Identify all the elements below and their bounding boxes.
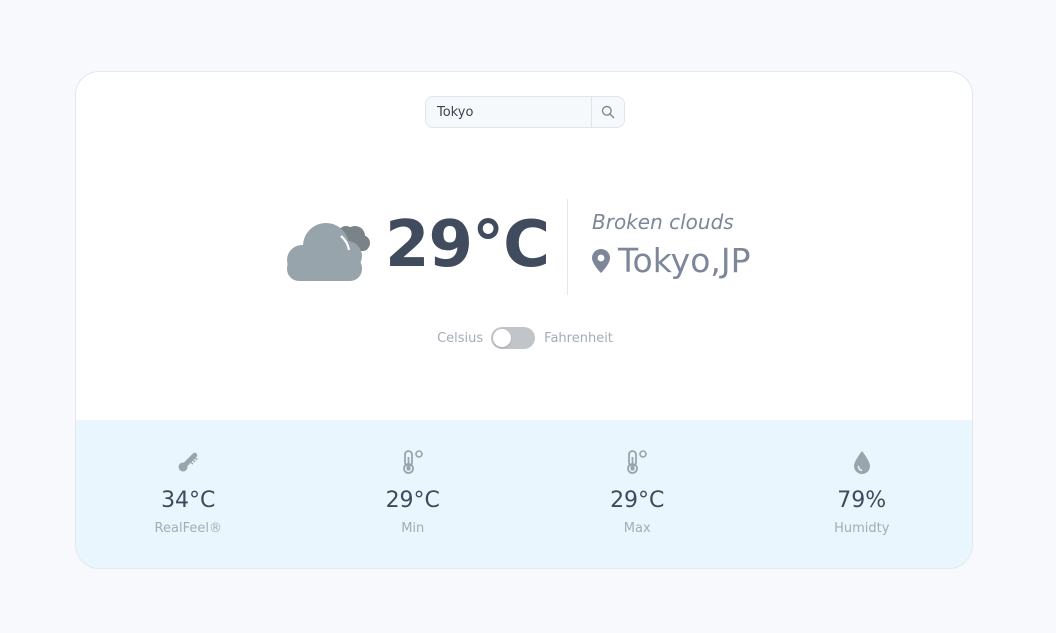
search-button[interactable] bbox=[591, 97, 624, 127]
thermometer-degree-icon bbox=[627, 450, 648, 474]
celsius-label: Celsius bbox=[437, 330, 484, 346]
stat-max: 29°C Max bbox=[525, 420, 750, 568]
current-temperature: 29°C bbox=[385, 208, 550, 282]
thermometer-degree-icon bbox=[402, 450, 423, 474]
stat-label: Max bbox=[623, 521, 651, 536]
vertical-divider bbox=[567, 199, 568, 295]
stat-value: 79% bbox=[837, 488, 887, 513]
stat-value: 29°C bbox=[610, 488, 665, 513]
search-icon bbox=[601, 105, 615, 119]
stat-value: 29°C bbox=[385, 488, 440, 513]
fahrenheit-label: Fahrenheit bbox=[544, 330, 613, 346]
stat-realfeel: 34°C RealFeel® bbox=[76, 420, 301, 568]
search-box bbox=[425, 96, 625, 128]
stat-label: Min bbox=[401, 521, 425, 536]
location: Tokyo,JP bbox=[592, 240, 751, 282]
map-pin-icon bbox=[592, 249, 610, 273]
weather-description: Broken clouds bbox=[592, 210, 734, 234]
location-label: Tokyo,JP bbox=[618, 241, 751, 280]
stats-panel: 34°C RealFeel® 29°C Min 29°C Max 79% Hum… bbox=[76, 420, 973, 568]
weather-card: 29°C Broken clouds Tokyo,JP Celsius Fahr… bbox=[75, 71, 973, 569]
stat-value: 34°C bbox=[161, 488, 216, 513]
unit-switch[interactable] bbox=[491, 327, 536, 349]
unit-toggle: Celsius Fahrenheit bbox=[76, 327, 972, 349]
switch-knob bbox=[493, 329, 512, 347]
stat-label: RealFeel® bbox=[154, 521, 222, 536]
stat-humidity: 79% Humidty bbox=[750, 420, 973, 568]
city-search-input[interactable] bbox=[426, 97, 591, 127]
broken-clouds-icon bbox=[287, 223, 370, 281]
stat-min: 29°C Min bbox=[301, 420, 526, 568]
water-drop-icon bbox=[853, 451, 870, 474]
thermometer-tilted-icon bbox=[178, 452, 198, 472]
stat-label: Humidty bbox=[834, 521, 890, 536]
